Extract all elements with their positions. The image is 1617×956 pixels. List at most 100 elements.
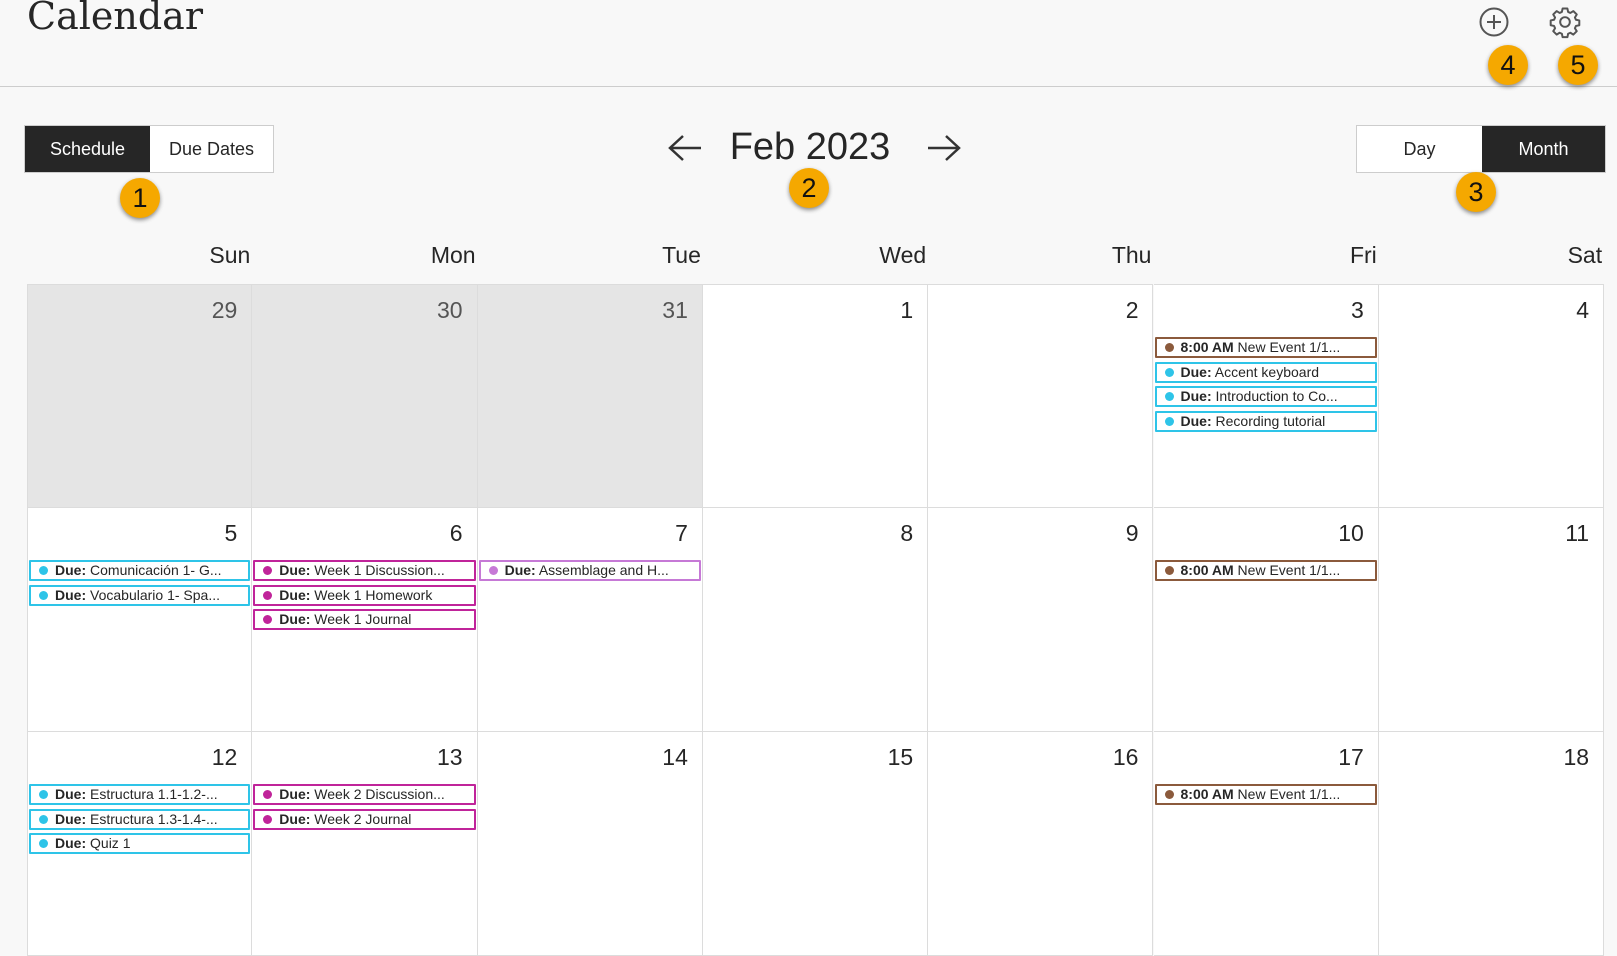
weekday-tue: Tue <box>662 242 701 268</box>
calendar-event[interactable]: Due: Week 2 Discussion... <box>253 784 476 805</box>
event-prefix: Due: <box>279 810 311 827</box>
due-dates-tab[interactable]: Due Dates <box>150 126 273 172</box>
calendar-event[interactable]: Due: Recording tutorial <box>1154 410 1377 432</box>
day-cell[interactable]: 8 <box>702 508 929 732</box>
callout-badge-5: 5 <box>1558 45 1598 85</box>
month-view-tab[interactable]: Month <box>1482 126 1605 172</box>
event-title: Week 1 Journal <box>310 611 412 627</box>
day-cell[interactable]: 29 <box>27 284 253 508</box>
day-cell[interactable]: 4 <box>1378 284 1605 508</box>
day-cell[interactable]: 9 <box>928 508 1154 732</box>
event-dot-icon <box>1164 367 1174 377</box>
day-number: 1 <box>900 297 914 323</box>
day-number: 16 <box>1112 744 1139 770</box>
day-cell[interactable]: 2 <box>928 284 1154 508</box>
settings-button[interactable] <box>1545 2 1585 42</box>
event-dot-icon <box>1164 343 1174 352</box>
weekday-thu: Thu <box>1111 242 1152 268</box>
event-prefix: Due: <box>279 611 311 627</box>
next-month-button[interactable] <box>922 126 966 170</box>
event-title: Week 2 Discussion... <box>310 786 445 802</box>
event-title: New Event 1/1... <box>1233 562 1341 578</box>
event-title: Vocabulario 1- Spa... <box>86 586 220 603</box>
calendar-event[interactable]: Due: Week 1 Journal <box>253 609 476 630</box>
current-month-label: Feb 2023 <box>729 126 891 168</box>
day-cell[interactable]: 13 Due: Week 2 Discussion... Due: Week 2 J… <box>252 732 478 956</box>
period-toggle: Day Month <box>1356 125 1606 173</box>
day-cell[interactable]: 6 Due: Week 1 Discussion... Due: Week 1 Ho… <box>252 508 478 732</box>
event-title: Week 1 Homework <box>310 586 433 603</box>
day-view-tab[interactable]: Day <box>1357 126 1482 172</box>
day-cell[interactable]: 3 8:00 AM New Event 1/1... Due: Accent key… <box>1153 284 1379 508</box>
day-number: 17 <box>1338 744 1364 770</box>
event-dot-icon <box>263 814 273 824</box>
callout-badge-1: 1 <box>120 178 160 218</box>
day-number: 3 <box>1351 297 1364 323</box>
calendar-event[interactable]: 8:00 AM New Event 1/1... <box>1154 784 1377 805</box>
day-cell[interactable]: 31 <box>477 284 703 508</box>
event-title: Introduction to Co... <box>1211 388 1338 404</box>
day-number: 6 <box>449 520 463 546</box>
day-cell[interactable]: 16 <box>928 732 1154 956</box>
event-prefix: Due: <box>55 810 87 827</box>
event-prefix: 8:00 AM <box>1180 339 1234 355</box>
day-cell[interactable]: 10 8:00 AM New Event 1/1... <box>1153 508 1379 732</box>
event-title: Estructura 1.1-1.2-... <box>86 786 218 802</box>
calendar-event[interactable]: Due: Comunicación 1- G... <box>29 560 251 581</box>
arrow-left-icon <box>668 135 701 161</box>
day-number: 12 <box>211 744 238 770</box>
page-title: Calendar <box>27 0 203 38</box>
day-cell[interactable]: 11 <box>1378 508 1605 732</box>
day-cell[interactable]: 12 Due: Estructura 1.1-1.2-... Due: Estruc… <box>27 732 253 956</box>
event-prefix: Due: <box>279 562 311 578</box>
calendar-event[interactable]: Due: Introduction to Co... <box>1154 386 1377 407</box>
plus-circle-icon <box>1479 7 1509 37</box>
schedule-tab[interactable]: Schedule <box>25 126 150 172</box>
day-cell[interactable]: 17 8:00 AM New Event 1/1... <box>1153 732 1379 956</box>
calendar-event[interactable]: Due: Week 2 Journal <box>253 808 476 830</box>
event-dot-icon <box>39 839 48 848</box>
calendar-event[interactable]: Due: Estructura 1.3-1.4-... <box>29 808 251 830</box>
day-cell[interactable]: 30 <box>252 284 478 508</box>
calendar-event[interactable]: 8:00 AM New Event 1/1... <box>1154 337 1377 358</box>
day-cell[interactable]: 1 <box>702 284 929 508</box>
event-title: Comunicación 1- G... <box>86 562 222 578</box>
event-prefix: Due: <box>55 786 87 802</box>
day-cell[interactable]: 18 <box>1378 732 1605 956</box>
calendar-event[interactable]: Due: Week 1 Homework <box>253 584 476 606</box>
event-dot-icon <box>1164 392 1174 401</box>
event-title: New Event 1/1... <box>1233 339 1341 355</box>
event-dot-icon <box>39 566 48 575</box>
calendar-event[interactable]: Due: Accent keyboard <box>1154 361 1377 383</box>
day-number: 18 <box>1563 744 1590 770</box>
view-toggle: Schedule Due Dates <box>24 125 274 173</box>
day-number: 5 <box>224 520 238 546</box>
gear-icon <box>1549 7 1581 39</box>
calendar-event[interactable]: Due: Vocabulario 1- Spa... <box>29 584 251 606</box>
event-dot-icon <box>263 566 273 575</box>
previous-month-button[interactable] <box>663 126 707 170</box>
calendar-event[interactable]: Due: Quiz 1 <box>29 833 251 854</box>
day-cell[interactable]: 15 <box>702 732 929 956</box>
day-cell[interactable]: 14 <box>477 732 703 956</box>
event-dot-icon <box>1164 566 1174 575</box>
arrow-right-icon <box>928 135 961 161</box>
weekday-fri: Fri <box>1349 242 1377 268</box>
event-title: Week 1 Discussion... <box>310 562 445 578</box>
event-dot-icon <box>263 590 273 600</box>
calendar-event[interactable]: Due: Assemblage and H... <box>478 560 701 581</box>
day-number: 10 <box>1338 520 1364 546</box>
event-prefix: Due: <box>1180 363 1212 380</box>
page-header: Calendar <box>0 0 1617 87</box>
calendar-event[interactable]: Due: Week 1 Discussion... <box>253 560 476 581</box>
day-number: 29 <box>211 297 238 323</box>
day-number: 7 <box>675 520 688 546</box>
day-cell[interactable]: 5 Due: Comunicación 1- G... Due: Vocabular… <box>27 508 253 732</box>
calendar-event[interactable]: Due: Estructura 1.1-1.2-... <box>29 784 251 805</box>
event-dot-icon <box>39 590 48 600</box>
event-prefix: Due: <box>279 786 311 802</box>
calendar-event[interactable]: 8:00 AM New Event 1/1... <box>1154 560 1377 581</box>
add-event-button[interactable] <box>1474 2 1514 42</box>
day-cell[interactable]: 7 Due: Assemblage and H... <box>477 508 703 732</box>
weekday-sun: Sun <box>209 242 251 268</box>
